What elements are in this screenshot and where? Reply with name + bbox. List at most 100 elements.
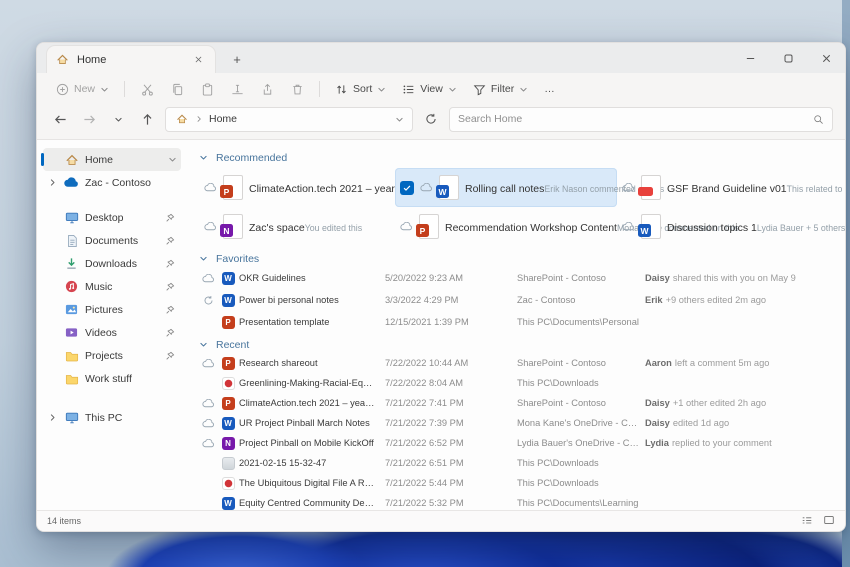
file-row[interactable]: Greenlining-Making-Racial-Equity-Rea... … <box>199 373 831 393</box>
recent-locations-button[interactable] <box>107 108 129 130</box>
filter-button[interactable]: Filter <box>466 79 535 100</box>
file-row[interactable]: Equity Centred Community Design 7/21/202… <box>199 493 831 510</box>
favorites-list: OKR Guidelines 5/20/2022 9:23 AM SharePo… <box>199 267 831 333</box>
recommended-card[interactable]: Zac's spaceYou edited this <box>199 207 395 246</box>
cloud-status-icon <box>199 274 217 283</box>
minimize-button[interactable] <box>731 43 769 73</box>
rename-button[interactable] <box>223 77 251 101</box>
sidebar-item-label: Work stuff <box>85 372 132 385</box>
sidebar-item-label: Downloads <box>85 257 137 270</box>
file-name: UR Project Pinball March Notes <box>239 418 370 428</box>
new-button[interactable]: New <box>49 79 116 100</box>
chevron-down-icon[interactable] <box>199 340 208 349</box>
recommended-card[interactable]: ClimateAction.tech 2021 – year in...Dais… <box>199 168 545 207</box>
sort-label: Sort <box>353 83 373 95</box>
sidebar-item-label: Desktop <box>85 211 124 224</box>
delete-button[interactable] <box>283 77 311 101</box>
cut-button[interactable] <box>133 77 161 101</box>
powerpoint-file-icon <box>217 356 239 370</box>
sidebar-item-work-stuff[interactable]: Work stuff <box>43 367 181 390</box>
forward-button[interactable] <box>78 108 100 130</box>
filter-icon <box>473 83 486 96</box>
word-file-icon <box>436 175 459 200</box>
sidebar-item-documents[interactable]: Documents <box>43 229 181 252</box>
tab-close-icon[interactable] <box>189 51 207 69</box>
sidebar-item-this-pc[interactable]: This PC <box>43 406 181 429</box>
sidebar-item-videos[interactable]: Videos <box>43 321 181 344</box>
details-view-toggle[interactable] <box>801 514 813 528</box>
section-header-recommended[interactable]: Recommended <box>199 149 831 166</box>
sort-icon <box>335 83 348 96</box>
sidebar-item-projects[interactable]: Projects <box>43 344 181 367</box>
content-pane: Recommended ClimateAction.tech 2021 – ye… <box>187 140 845 510</box>
file-row[interactable]: Power bi personal notes 3/3/2022 4:29 PM… <box>199 289 831 311</box>
forward-icon <box>83 113 96 126</box>
tab-home[interactable]: Home <box>47 46 215 73</box>
file-row[interactable]: Project Pinball on Mobile KickOff 7/21/2… <box>199 433 831 453</box>
file-date: 7/21/2022 5:32 PM <box>385 498 464 508</box>
word-file-icon <box>217 293 239 307</box>
sidebar-item-music[interactable]: Music <box>43 275 181 298</box>
chevron-down-icon <box>377 85 386 94</box>
new-tab-button[interactable]: + <box>227 49 247 69</box>
breadcrumb[interactable]: Home <box>165 106 413 132</box>
recommended-card[interactable]: GSF Brand Guideline v01This related to a… <box>617 168 845 207</box>
sidebar-item-pictures[interactable]: Pictures <box>43 298 181 321</box>
file-date: 7/21/2022 6:51 PM <box>385 458 464 468</box>
file-row[interactable]: UR Project Pinball March Notes 7/21/2022… <box>199 413 831 433</box>
close-button[interactable] <box>807 43 845 73</box>
word-file-icon <box>217 416 239 430</box>
section-header-recent[interactable]: Recent <box>199 336 831 353</box>
chevron-right-icon[interactable] <box>47 412 58 423</box>
desktop-wallpaper: Home + New Sort View Filter … Home Searc… <box>0 0 850 567</box>
file-row[interactable]: Presentation template 12/15/2021 1:39 PM… <box>199 311 831 333</box>
recommended-card[interactable]: Discussion topics 1Lydia Bauer + 5 other… <box>617 207 845 246</box>
paste-button[interactable] <box>193 77 221 101</box>
breadcrumb-location[interactable]: Home <box>209 113 237 125</box>
large-thumbnails-toggle[interactable] <box>823 514 835 528</box>
sidebar-item-desktop[interactable]: Desktop <box>43 206 181 229</box>
back-icon <box>54 113 67 126</box>
sidebar-item-home[interactable]: Home <box>41 148 181 171</box>
sidebar-item-label: Documents <box>85 234 139 247</box>
file-row[interactable]: The Ubiquitous Digital File A Review o..… <box>199 473 831 493</box>
sidebar-item-onedrive[interactable]: Zac - Contoso <box>43 171 181 194</box>
file-name: Research shareout <box>239 358 318 368</box>
image-file-icon <box>217 456 239 470</box>
sync-status-icon <box>199 295 217 306</box>
file-activity: Aaron left a comment 5m ago <box>645 358 770 368</box>
file-location: This PC\Downloads <box>517 458 599 468</box>
recommended-card-selected[interactable]: Rolling call notesErik Nason commented o… <box>395 168 664 207</box>
section-header-favorites[interactable]: Favorites <box>199 250 831 267</box>
chevron-down-icon <box>100 85 109 94</box>
up-button[interactable] <box>136 108 158 130</box>
pin-icon <box>165 259 175 269</box>
copy-button[interactable] <box>163 77 191 101</box>
view-label: View <box>420 83 443 95</box>
file-row[interactable]: ClimateAction.tech 2021 – year in review… <box>199 393 831 413</box>
maximize-button[interactable] <box>769 43 807 73</box>
file-row[interactable]: 2021-02-15 15-32-47 7/21/2022 6:51 PM Th… <box>199 453 831 473</box>
chevron-down-icon[interactable] <box>199 153 208 162</box>
view-button[interactable]: View <box>395 79 464 100</box>
file-row[interactable]: OKR Guidelines 5/20/2022 9:23 AM SharePo… <box>199 267 831 289</box>
file-row[interactable]: Research shareout 7/22/2022 10:44 AM Sha… <box>199 353 831 373</box>
thumbnails-view-icon <box>823 514 835 526</box>
sort-button[interactable]: Sort <box>328 79 393 100</box>
card-title: GSF Brand Guideline v01 <box>667 182 787 195</box>
more-options-button[interactable]: … <box>537 79 562 99</box>
desktop-icon <box>64 210 79 225</box>
sidebar-item-label: Home <box>85 153 114 166</box>
share-button[interactable] <box>253 77 281 101</box>
back-button[interactable] <box>49 108 71 130</box>
chevron-right-icon[interactable] <box>47 177 58 188</box>
checkbox-checked[interactable] <box>400 180 414 195</box>
sidebar-item-downloads[interactable]: Downloads <box>43 252 181 275</box>
recommended-card[interactable]: Recommendation Workshop ContentMona Kane… <box>395 207 739 246</box>
search-input[interactable] <box>458 113 813 125</box>
chevron-down-icon <box>519 85 528 94</box>
chevron-down-icon[interactable] <box>199 254 208 263</box>
refresh-button[interactable] <box>420 108 442 130</box>
